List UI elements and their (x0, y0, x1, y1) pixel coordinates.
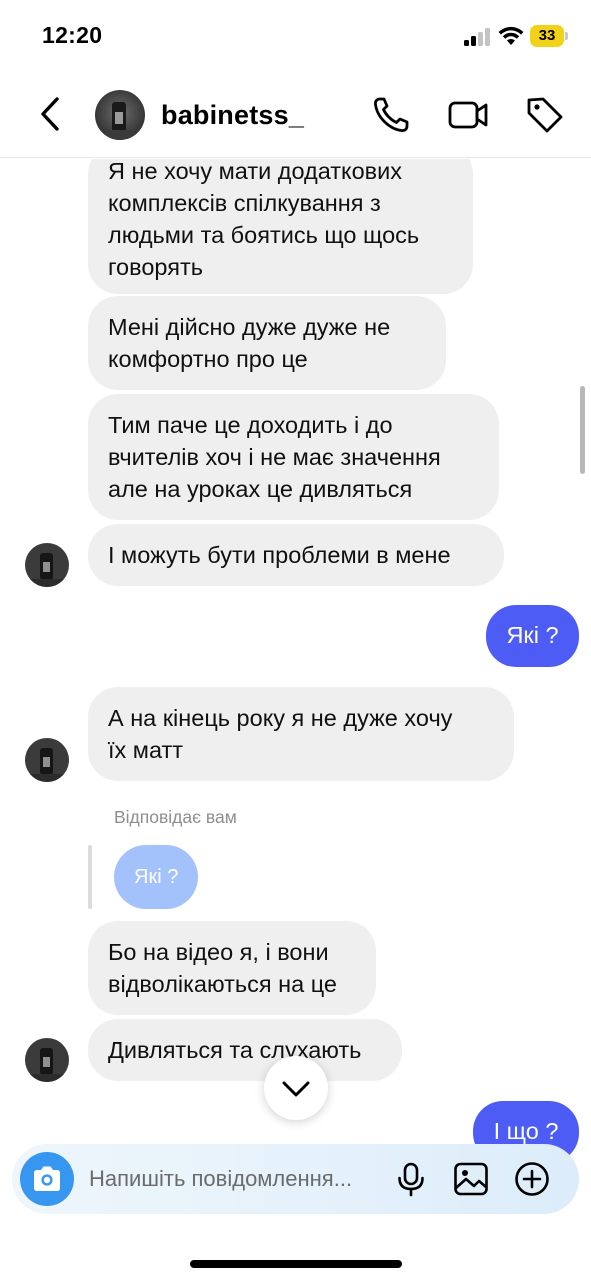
camera-icon (34, 1166, 60, 1191)
reply-divider (88, 845, 92, 909)
tag-icon[interactable] (524, 94, 566, 136)
avatar[interactable] (25, 738, 69, 782)
video-camera-icon[interactable] (447, 94, 489, 136)
phone-icon[interactable] (370, 94, 412, 136)
cellular-signal-icon (464, 28, 490, 46)
chevron-left-icon[interactable] (32, 92, 68, 136)
battery-level: 33 (538, 27, 556, 44)
plus-circle-icon[interactable] (514, 1161, 550, 1197)
avatar[interactable] (25, 1038, 69, 1082)
message-input[interactable] (89, 1144, 389, 1214)
message-bubble-incoming[interactable]: І можуть бути проблеми в мене (88, 524, 504, 586)
avatar[interactable] (95, 90, 145, 140)
status-time: 12:20 (42, 22, 103, 48)
message-bubble-outgoing[interactable]: Які ? (486, 605, 579, 667)
battery-indicator: 33 (530, 25, 568, 47)
message-bubble-incoming[interactable]: Бо на відео я, і вони відволікаються на … (88, 921, 376, 1015)
message-bubble-incoming[interactable]: Мені дійсно дуже дуже не комфортно про ц… (88, 296, 446, 390)
chevron-down-icon (282, 1081, 310, 1097)
message-bubble-incoming[interactable]: А на кінець року я не дуже хочу їх матт (88, 687, 514, 781)
scrollbar[interactable] (580, 386, 585, 474)
reply-label: Відповідає вам (114, 807, 237, 827)
scroll-to-bottom-button[interactable] (264, 1056, 328, 1120)
message-composer (12, 1144, 579, 1214)
image-icon[interactable] (453, 1161, 489, 1197)
message-bubble-incoming[interactable]: Я не хочу мати додаткових комплексів спі… (88, 159, 473, 294)
camera-button[interactable] (20, 1152, 74, 1206)
home-indicator[interactable] (190, 1260, 402, 1268)
avatar[interactable] (25, 543, 69, 587)
reply-quoted-message[interactable]: Які ? (114, 845, 199, 909)
message-bubble-incoming[interactable]: Тим паче це доходить і до вчителів хоч і… (88, 394, 499, 520)
microphone-icon[interactable] (393, 1161, 429, 1197)
wifi-icon (498, 26, 524, 45)
status-bar: 12:20 33 (0, 0, 591, 72)
chat-header: babinetss_ (0, 72, 591, 158)
chat-username[interactable]: babinetss_ (161, 100, 304, 131)
message-bubble-incoming[interactable]: Дивляться та слухають (88, 1019, 402, 1081)
